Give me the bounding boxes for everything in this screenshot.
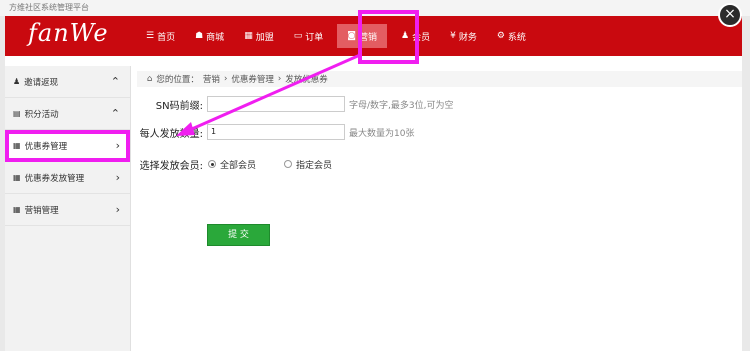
nav-label: 订单 (305, 32, 324, 43)
sidebar-item-invite-cashback[interactable]: ♟ 邀请返现 ⌃ (5, 66, 130, 98)
grid-icon: ▦ (244, 31, 253, 41)
breadcrumb-prefix: 您的位置： (156, 75, 199, 85)
main-nav: ☰ 首页 ☗ 商城 ▦ 加盟 ▭ 订单 ◙ 营销 ♟ 会员 ¥ 财务 ⚙ 系统 (136, 16, 536, 56)
sn-prefix-row: SN码前缀: 字母/数字,最多3位,可为空 (137, 94, 737, 114)
sidebar-item-points-activity[interactable]: ▤ 积分活动 ⌃ (5, 98, 130, 130)
grid-icon: ▦ (13, 141, 21, 150)
list-icon: ☰ (146, 31, 155, 41)
sn-prefix-hint: 字母/数字,最多3位,可为空 (349, 100, 454, 111)
gears-icon: ⚙ (496, 31, 505, 41)
nav-label: 商城 (206, 32, 225, 43)
submit-button[interactable]: 提 交 (207, 224, 270, 246)
breadcrumb-separator: › (223, 74, 228, 84)
per-user-qty-row: 每人发放数量: 1 最大数量为10张 (137, 122, 737, 142)
breadcrumb: ⌂ 您的位置： 营销 › 优惠券管理 › 发放优惠券 (137, 71, 742, 87)
breadcrumb-separator: › (277, 74, 282, 84)
shop-icon: ☗ (195, 31, 204, 41)
sidebar-item-coupon-issue-management[interactable]: ▦ 优惠券发放管理 › (5, 162, 130, 194)
sn-prefix-input[interactable] (207, 96, 345, 112)
breadcrumb-item-coupon-management[interactable]: 优惠券管理 (231, 73, 274, 85)
nav-label: 首页 (157, 32, 176, 43)
brand-logo[interactable]: fanWe (28, 19, 109, 47)
per-user-qty-input[interactable]: 1 (207, 124, 345, 140)
grid-icon: ▦ (13, 173, 21, 182)
grid-icon: ▦ (13, 205, 21, 214)
chevron-right-icon: › (115, 139, 120, 152)
nav-system[interactable]: ⚙ 系统 (487, 16, 536, 56)
radio-specific-members-label[interactable]: 指定会员 (296, 158, 332, 171)
annotation-box-nav (358, 10, 419, 64)
chevron-right-icon: › (115, 203, 120, 216)
window-title: 方维社区系统管理平台 (9, 3, 89, 12)
sidebar-item-label: 邀请返现 (24, 77, 59, 88)
breadcrumb-item-marketing[interactable]: 营销 (203, 73, 220, 85)
radio-specific-members[interactable] (284, 160, 293, 168)
members-row: 选择发放会员: 全部会员 指定会员 (137, 154, 737, 174)
sidebar: ♟ 邀请返现 ⌃ ▤ 积分活动 ⌃ ▦ 优惠券管理 › ▦ 优惠券发放管理 › ▦ 营销管理 › (5, 66, 131, 351)
chevron-right-icon: › (115, 171, 120, 184)
sn-prefix-label: SN码前缀: (155, 100, 203, 112)
nav-label: 财务 (458, 32, 477, 43)
nav-home[interactable]: ☰ 首页 (136, 16, 185, 56)
nav-finance[interactable]: ¥ 财务 (440, 16, 487, 56)
members-label: 选择发放会员: (139, 160, 203, 172)
list-icon: ▤ (13, 109, 21, 118)
nav-shop[interactable]: ☗ 商城 (185, 16, 234, 56)
nav-orders[interactable]: ▭ 订单 (284, 16, 334, 56)
nav-label: 加盟 (255, 32, 274, 43)
sidebar-item-label: 积分活动 (24, 109, 59, 120)
chevron-up-icon: ⌃ (110, 107, 120, 120)
radio-all-members-label[interactable]: 全部会员 (220, 158, 256, 171)
chevron-up-icon: ⌃ (110, 75, 120, 88)
sidebar-item-label: 优惠券发放管理 (24, 173, 85, 184)
yen-icon: ¥ (450, 31, 456, 41)
per-user-qty-label: 每人发放数量: (139, 128, 203, 140)
breadcrumb-item-issue-coupon: 发放优惠券 (285, 75, 328, 85)
nav-label: 系统 (507, 32, 526, 43)
sidebar-item-coupon-management[interactable]: ▦ 优惠券管理 › (5, 130, 130, 162)
nav-franchise[interactable]: ▦ 加盟 (234, 16, 284, 56)
home-icon[interactable]: ⌂ (147, 74, 152, 84)
marketing-icon: ◙ (347, 31, 356, 41)
sidebar-item-label: 优惠券管理 (24, 141, 68, 152)
close-button[interactable]: × (718, 3, 742, 27)
card-icon: ▭ (293, 31, 303, 41)
sidebar-item-label: 营销管理 (24, 205, 59, 216)
radio-all-members[interactable] (208, 160, 216, 168)
user-icon: ♟ (13, 77, 21, 86)
per-user-qty-hint: 最大数量为10张 (349, 128, 415, 139)
admin-frame: fanWe ☰ 首页 ☗ 商城 ▦ 加盟 ▭ 订单 ◙ 营销 ♟ 会员 ¥ 财务 ⚙ 系统 ♟ 邀… (5, 16, 742, 351)
sidebar-item-marketing-management[interactable]: ▦ 营销管理 › (5, 194, 130, 226)
